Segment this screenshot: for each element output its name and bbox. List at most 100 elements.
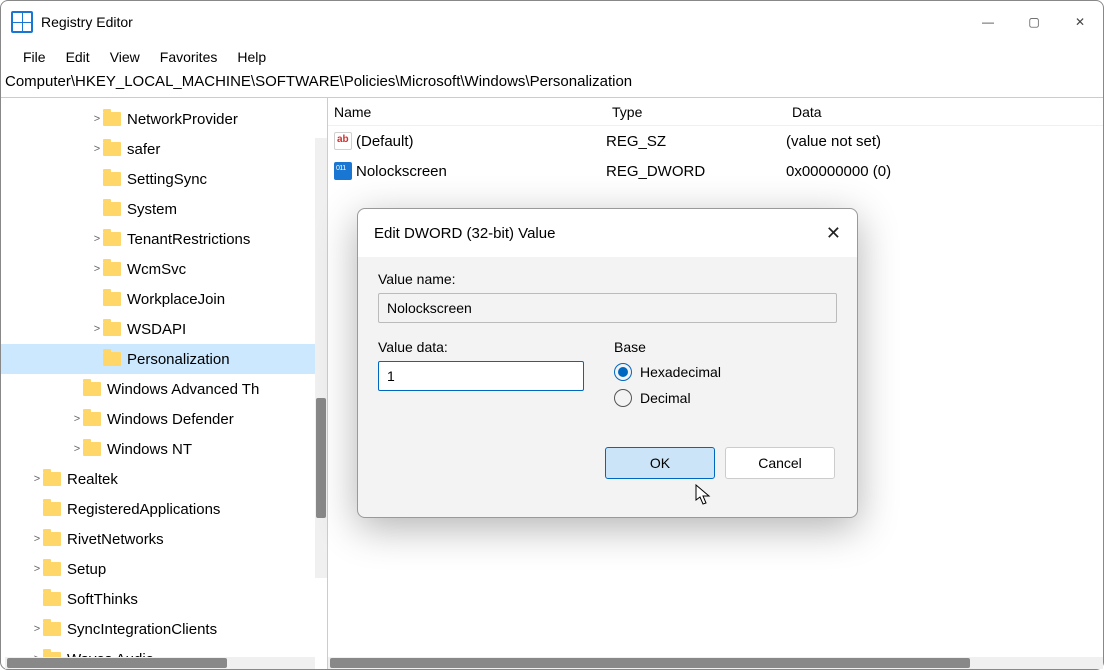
ok-button[interactable]: OK (605, 447, 715, 479)
tree-scrollbar-vertical[interactable] (315, 138, 327, 578)
chevron-icon[interactable]: > (31, 473, 43, 485)
chevron-icon[interactable] (71, 383, 83, 395)
folder-icon (43, 592, 61, 606)
value-data-field[interactable] (378, 361, 584, 391)
tree-item[interactable]: SettingSync (1, 164, 327, 194)
tree-item-label: WSDAPI (127, 321, 186, 338)
chevron-icon[interactable] (91, 353, 103, 365)
tree-item-label: RivetNetworks (67, 531, 164, 548)
chevron-icon[interactable]: > (91, 263, 103, 275)
tree-item[interactable]: > WSDAPI (1, 314, 327, 344)
value-name-field[interactable] (378, 293, 837, 323)
list-scrollbar-horizontal[interactable] (328, 657, 1103, 669)
maximize-button[interactable]: ▢ (1011, 4, 1057, 40)
tree-item[interactable]: >WcmSvc (1, 254, 327, 284)
folder-icon (103, 172, 121, 186)
base-label: Base (614, 339, 721, 355)
chevron-icon[interactable]: > (91, 323, 103, 335)
tree-item-label: safer (127, 141, 160, 158)
folder-icon (43, 502, 61, 516)
chevron-icon[interactable]: > (31, 563, 43, 575)
edit-dword-dialog: Edit DWORD (32-bit) Value ✕ Value name: … (357, 208, 858, 518)
chevron-icon[interactable] (91, 293, 103, 305)
chevron-icon[interactable]: > (71, 443, 83, 455)
tree-item[interactable]: > NetworkProvider (1, 104, 327, 134)
tree-item[interactable]: > SyncIntegrationClients (1, 614, 327, 644)
chevron-icon[interactable] (31, 593, 43, 605)
cell-data: 0x00000000 (0) (786, 163, 891, 180)
tree-item-label: WorkplaceJoin (127, 291, 225, 308)
list-row[interactable]: NolockscreenREG_DWORD0x00000000 (0) (328, 156, 1103, 186)
tree-item[interactable]: > RivetNetworks (1, 524, 327, 554)
address-bar[interactable]: Computer\HKEY_LOCAL_MACHINE\SOFTWARE\Pol… (1, 71, 1103, 97)
folder-icon (103, 202, 121, 216)
chevron-icon[interactable] (91, 203, 103, 215)
cell-name: (Default) (356, 133, 606, 150)
folder-icon (83, 412, 101, 426)
radio-decimal[interactable]: Decimal (614, 389, 721, 407)
tree-item-label: SyncIntegrationClients (67, 621, 217, 638)
tree-item-label: Realtek (67, 471, 118, 488)
folder-icon (83, 442, 101, 456)
list-header[interactable]: Name Type Data (328, 98, 1103, 126)
menu-help[interactable]: Help (227, 45, 276, 69)
hex-label: Hexadecimal (640, 364, 721, 380)
tree-item[interactable]: Personalization (1, 344, 327, 374)
chevron-icon[interactable]: > (31, 623, 43, 635)
chevron-icon[interactable]: > (91, 233, 103, 245)
tree-item[interactable]: > Windows Defender (1, 404, 327, 434)
tree-item[interactable]: WorkplaceJoin (1, 284, 327, 314)
tree-item[interactable]: > Windows NT (1, 434, 327, 464)
chevron-icon[interactable]: > (91, 143, 103, 155)
tree-item[interactable]: > safer (1, 134, 327, 164)
tree-item-label: NetworkProvider (127, 111, 238, 128)
folder-icon (103, 112, 121, 126)
tree-item[interactable]: > Realtek (1, 464, 327, 494)
header-name[interactable]: Name (328, 104, 606, 120)
tree-item[interactable]: > TenantRestrictions (1, 224, 327, 254)
tree-item[interactable]: SoftThinks (1, 584, 327, 614)
chevron-icon[interactable] (31, 503, 43, 515)
tree-item[interactable]: Windows Advanced Th (1, 374, 327, 404)
folder-icon (103, 352, 121, 366)
menu-favorites[interactable]: Favorites (150, 45, 228, 69)
menu-bar: File Edit View Favorites Help (1, 43, 1103, 71)
folder-icon (43, 562, 61, 576)
header-type[interactable]: Type (606, 104, 786, 120)
radio-hexadecimal[interactable]: Hexadecimal (614, 363, 721, 381)
cell-type: REG_SZ (606, 133, 786, 150)
tree-item-label: SettingSync (127, 171, 207, 188)
cancel-button[interactable]: Cancel (725, 447, 835, 479)
cell-type: REG_DWORD (606, 163, 786, 180)
folder-icon (103, 142, 121, 156)
tree-view[interactable]: > NetworkProvider > safer SettingSync Syste… (1, 97, 328, 669)
tree-scrollbar-horizontal[interactable] (5, 657, 315, 669)
folder-icon (43, 622, 61, 636)
minimize-button[interactable]: — (965, 4, 1011, 40)
chevron-icon[interactable]: > (31, 533, 43, 545)
menu-edit[interactable]: Edit (56, 45, 100, 69)
tree-item[interactable]: System (1, 194, 327, 224)
header-data[interactable]: Data (786, 104, 1103, 120)
menu-file[interactable]: File (13, 45, 56, 69)
tree-item-label: TenantRestrictions (127, 231, 250, 248)
folder-icon (43, 532, 61, 546)
folder-icon (83, 382, 101, 396)
tree-item-label: Windows NT (107, 441, 192, 458)
chevron-icon[interactable]: > (71, 413, 83, 425)
tree-item[interactable]: RegisteredApplications (1, 494, 327, 524)
close-button[interactable]: ✕ (1057, 4, 1103, 40)
regedit-icon (11, 11, 33, 33)
tree-item[interactable]: >Setup (1, 554, 327, 584)
radio-icon (614, 363, 632, 381)
folder-icon (103, 322, 121, 336)
radio-icon (614, 389, 632, 407)
chevron-icon[interactable]: > (91, 113, 103, 125)
dialog-close-icon[interactable]: ✕ (826, 223, 841, 244)
list-row[interactable]: (Default)REG_SZ(value not set) (328, 126, 1103, 156)
tree-item-label: Windows Defender (107, 411, 234, 428)
chevron-icon[interactable] (91, 173, 103, 185)
menu-view[interactable]: View (100, 45, 150, 69)
folder-icon (43, 472, 61, 486)
title-bar: Registry Editor — ▢ ✕ (1, 1, 1103, 43)
